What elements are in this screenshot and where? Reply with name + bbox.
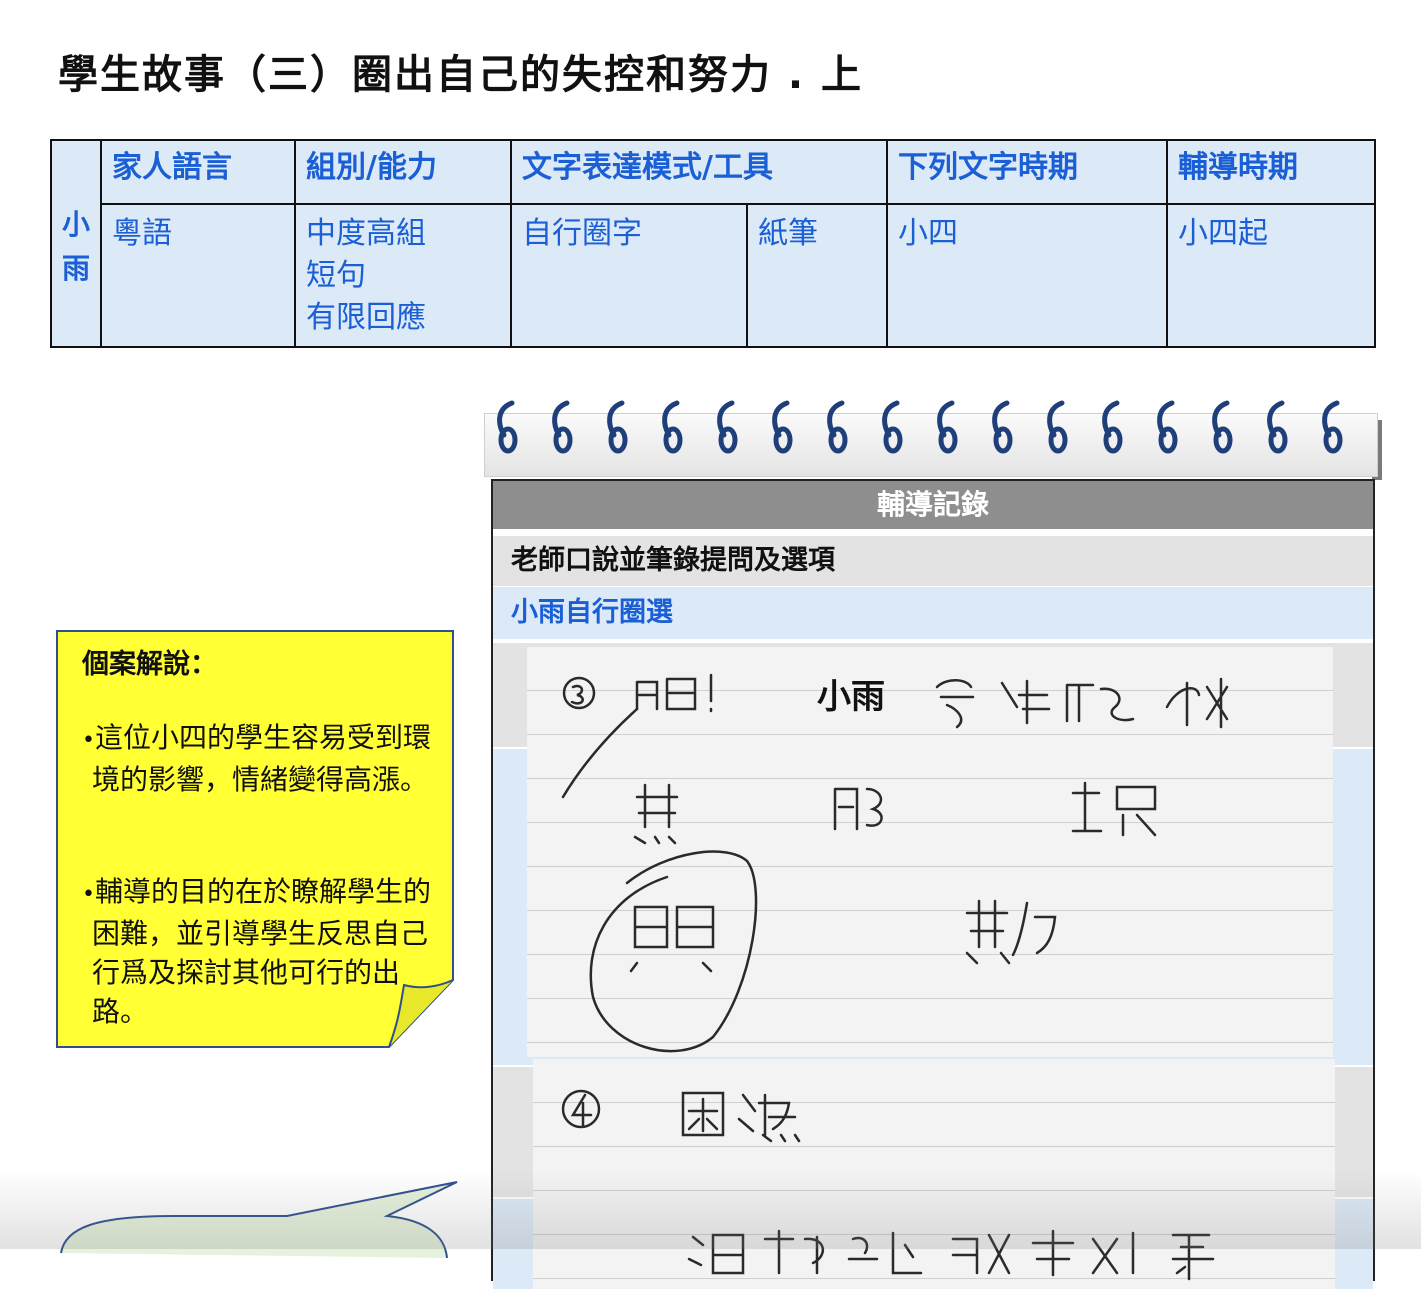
student-name-char: 雨 — [61, 251, 90, 285]
cell-expression-mode: 自行圈字 — [510, 203, 748, 348]
cell-writing-period: 小四 — [886, 203, 1168, 348]
teacher-prompt-row: 老師口說並筆錄提問及選項 — [493, 535, 1373, 587]
speech-bubble — [60, 1181, 458, 1258]
cell-family-language: 粵語 — [100, 203, 296, 348]
header-writing-period: 下列文字時期 — [886, 139, 1168, 205]
cell-tool: 紙筆 — [746, 203, 888, 348]
record-panel: 輔導記錄 老師口說並筆錄提問及選項 小雨自行圈選 小雨 — [491, 479, 1375, 1289]
cell-counseling-period: 小四起 — [1166, 203, 1376, 348]
ability-line: 短句 — [306, 258, 366, 293]
handwriting-scan-2 — [533, 1059, 1335, 1289]
spiral-rings — [497, 400, 1343, 454]
counseling-notebook: 輔導記錄 老師口說並筆錄提問及選項 小雨自行圈選 小雨 — [484, 395, 1382, 1289]
case-explanation-callout: 個案解說： •這位小四的學生容易受到環境的影響，情緒變得高漲。 •輔導的目的在於… — [56, 630, 454, 1048]
callout-title: 個案解說： — [82, 649, 217, 680]
callout-item: •這位小四的學生容易受到環境的影響，情緒變得高漲。 — [82, 718, 432, 799]
student-name-char: 小 — [61, 207, 90, 241]
callout-item-text: 輔導的目的在於瞭解學生的困難，並引導學生反思自己行爲及探討其他可行的出路。 — [92, 875, 431, 1028]
handwriting-strokes — [561, 1089, 1215, 1281]
header-family-language: 家人語言 — [100, 139, 296, 205]
typed-student-name: 小雨 — [817, 677, 885, 717]
table-header-row: 小 雨 家人語言 組別/能力 文字表達模式/工具 下列文字時期 輔導時期 — [50, 139, 1376, 348]
record-header: 輔導記錄 — [493, 481, 1373, 529]
handwriting-strokes — [561, 673, 1229, 1053]
table-data-row: 粵語 中度高組 短句 有限回應 自行圈字 紙筆 小四 小四起 — [51, 203, 1376, 348]
ability-line: 中度高組 — [306, 216, 426, 251]
header-counseling-period: 輔導時期 — [1166, 139, 1376, 205]
header-group-ability: 組別/能力 — [294, 139, 512, 205]
handwriting-scan-1: 小雨 — [527, 647, 1333, 1057]
page-title: 學生故事（三）圈出自己的失控和努力 . 上 — [58, 52, 864, 98]
bullet-glyph: • — [82, 728, 95, 753]
ability-line: 有限回應 — [306, 300, 426, 335]
student-info-table: 小 雨 家人語言 組別/能力 文字表達模式/工具 下列文字時期 輔導時期 粵語 … — [50, 139, 1376, 348]
student-choice-row: 小雨自行圈選 — [493, 587, 1373, 640]
callout-item-text: 這位小四的學生容易受到環境的影響，情緒變得高漲。 — [92, 721, 431, 796]
bullet-glyph: • — [82, 882, 95, 907]
header-expression-mode: 文字表達模式/工具 — [510, 139, 888, 205]
cell-group-ability: 中度高組 短句 有限回應 — [294, 203, 512, 348]
callout-item: •輔導的目的在於瞭解學生的困難，並引導學生反思自己行爲及探討其他可行的出路。 — [82, 872, 432, 1031]
student-name-cell: 小 雨 — [50, 139, 102, 348]
